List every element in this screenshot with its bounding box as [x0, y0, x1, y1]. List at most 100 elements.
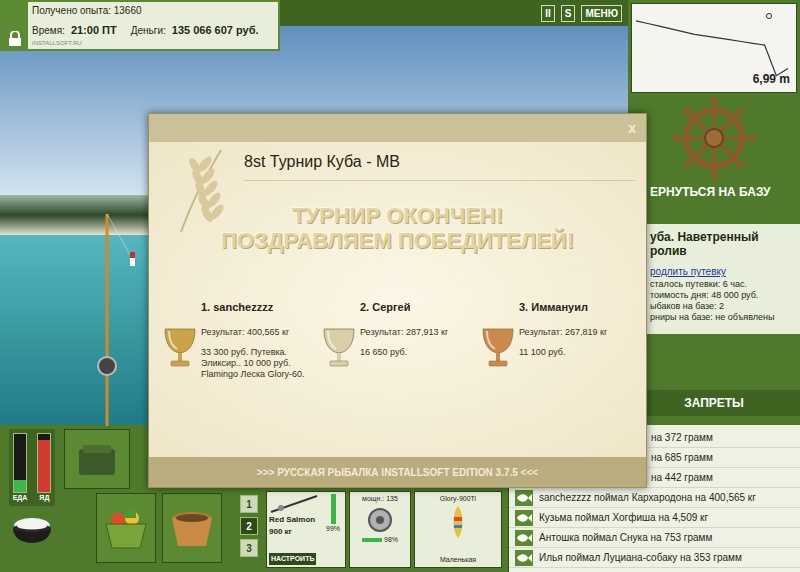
- meter-track: [37, 433, 51, 493]
- basket-icon: [102, 506, 150, 550]
- location-name: уба. Наветренный: [650, 230, 798, 244]
- meters: ЕДА ЯД: [9, 429, 56, 506]
- winner-prize: 33 300 руб. Путевка.: [201, 347, 305, 358]
- depth-chart: 6,99 m: [631, 3, 797, 93]
- winner-prize: Эликсир.. 10 000 руб.: [201, 358, 305, 369]
- right-panel: 6,99 mЕРНУТЬСЯ НА БАЗУуба. Наветренныйро…: [628, 0, 800, 425]
- time-value: 21:00 ПТ: [71, 22, 117, 39]
- winner-card: 2. Сергей Результат: 287,913 кг 16 650 руб…: [320, 299, 475, 380]
- catch-row: sanchezzzz поймал Кархародона на 400,565…: [509, 488, 800, 508]
- trophy-icon: [479, 326, 517, 370]
- ship-wheel-icon[interactable]: [672, 96, 756, 180]
- winner-result: Результат: 287,913 кг: [360, 326, 448, 340]
- meter-fill: [14, 480, 26, 492]
- basket-box[interactable]: [96, 493, 156, 563]
- base-info-line: сталось путевки: 6 час.: [650, 279, 798, 290]
- line-lure-slot[interactable]: Glory-900Ti Маленькая: [414, 491, 502, 568]
- watermark: INSTALLSOFT.RU: [32, 39, 274, 48]
- footer-text: >>> РУССКАЯ РЫБАЛКА INSTALLSOFT EDITION …: [257, 465, 538, 480]
- bucket-box[interactable]: [162, 493, 222, 563]
- top-button[interactable]: МЕНЮ: [581, 5, 622, 22]
- catch-row: Илья поймал Луциана-собаку на 353 грамм: [509, 548, 800, 568]
- dialog-title: 8st Турнир Куба - МВ: [244, 153, 400, 170]
- dialog-body: 8st Турнир Куба - МВ ТУРНИР ОКОНЧЕН!ПОЗДР…: [149, 142, 646, 457]
- slot-button[interactable]: 2: [240, 517, 258, 535]
- needs-column: ЕДА ЯД: [6, 429, 58, 568]
- hud-panel: Получено опыта: 13660 Время: 21:00 ПТ Деньг…: [0, 0, 280, 51]
- bans-header[interactable]: ЗАПРЕТЫ: [628, 390, 800, 416]
- headline-line: ПОЗДРАВЛЯЕМ ПОБЕДИТЕЛЕЙ!: [221, 228, 574, 253]
- base-info-line: ыбаков на базе: 2: [650, 301, 798, 312]
- wheat-icon: [161, 144, 241, 234]
- rod-slot[interactable]: Red Salmon900 кг НАСТРОИТЬ 99%: [266, 491, 346, 568]
- top-button[interactable]: S: [561, 5, 576, 22]
- rod-condition: 99%: [326, 524, 340, 535]
- lure-name: Маленькая: [440, 555, 476, 566]
- money-label: Деньги:: [131, 23, 166, 38]
- reel-condition-track: [362, 538, 382, 542]
- lock-icon: [8, 31, 22, 47]
- bucket-icon: [168, 506, 216, 550]
- base-info-line: тоимость дня: 48 000 руб.: [650, 290, 798, 301]
- catch-row: Антошка поймал Снука на 753 грамм: [509, 528, 800, 548]
- dialog-title-row: 8st Турнир Куба - МВ: [244, 150, 636, 181]
- return-base-button[interactable]: ЕРНУТЬСЯ НА БАЗУ: [628, 180, 800, 204]
- rod-condition-track: [331, 494, 336, 524]
- fish-icon: [516, 532, 532, 544]
- wheel-area: [628, 95, 800, 180]
- base-info: уба. Наветренныйролив родлить путевкустал…: [628, 224, 800, 334]
- dialog-top-band: x: [149, 114, 646, 142]
- reel-power: мощн.: 135: [362, 494, 398, 505]
- bag-box[interactable]: [64, 429, 130, 489]
- game-screen: II S МЕНЮ Получено опыта: 13660 Время: 21:00 …: [0, 0, 800, 572]
- reel-condition: 98%: [384, 535, 398, 546]
- location-name: ролив: [650, 244, 798, 258]
- rod-load: 900 кг: [269, 526, 323, 538]
- headline: ТУРНИР ОКОНЧЕН!ПОЗДРАВЛЯЕМ ПОБЕДИТЕЛЕЙ!: [149, 203, 646, 253]
- headline-line: ТУРНИР ОКОНЧЕН!: [292, 203, 503, 228]
- rod-condition-fill: [331, 494, 336, 524]
- trophy-icon: [320, 326, 358, 370]
- line-name: Glory-900Ti: [440, 494, 476, 505]
- close-button[interactable]: x: [628, 118, 636, 139]
- winner-prize: 11 100 руб.: [519, 347, 607, 358]
- slot-button[interactable]: 1: [240, 495, 258, 513]
- extend-link[interactable]: родлить путевку: [650, 264, 798, 279]
- depth-reading: 6,99 m: [753, 70, 790, 88]
- meter-track: [13, 433, 27, 493]
- winner-name: 2. Сергей: [320, 299, 475, 316]
- reel-icon: [365, 505, 395, 535]
- winner-result: Результат: 400,565 кг: [201, 326, 305, 340]
- reel-slot[interactable]: мощн.: 135 98%: [349, 491, 411, 568]
- reel-condition-fill: [362, 538, 382, 542]
- experience-text: Получено опыта: 13660: [32, 3, 274, 18]
- fish-icon: [516, 552, 532, 564]
- meter-fill: [38, 440, 50, 492]
- winner-name: 1. sanchezzzz: [161, 299, 316, 316]
- base-info-line: рниры на базе: не объявлены: [650, 312, 798, 323]
- lock-box[interactable]: [2, 2, 28, 49]
- winner-prize: 16 650 руб.: [360, 347, 448, 358]
- fish-icon: [516, 512, 532, 524]
- rod-icon: [269, 494, 319, 514]
- time-label: Время:: [32, 23, 65, 38]
- money-value: 135 066 607 руб.: [172, 22, 259, 39]
- winner-prize: Flamingo Леска Glory-60.: [201, 369, 305, 380]
- winner-card: 1. sanchezzzz Результат: 400,565 кг 33 300…: [161, 299, 316, 380]
- slot-button[interactable]: 3: [240, 539, 258, 557]
- winner-name: 3. Иммануил: [479, 299, 634, 316]
- winner-card: 3. ИммануилРезультат: 267,819 кг11 100 р…: [479, 299, 634, 380]
- lure-icon: [451, 505, 465, 539]
- top-button[interactable]: II: [541, 5, 555, 22]
- catch-row: Кузьма поймал Хогфиша на 4,509 кг: [509, 508, 800, 528]
- meter-label: ЕДА: [13, 493, 28, 504]
- fish-icon: [516, 492, 532, 504]
- kettle-icon[interactable]: [8, 514, 56, 558]
- rod-name: Red Salmon: [269, 514, 323, 526]
- tournament-dialog: x 8st Турнир Куба - МВ ТУРНИР ОКОНЧЕН!ПОЗД…: [148, 113, 647, 488]
- winners: 1. sanchezzzz Результат: 400,565 кг 33 300…: [149, 299, 646, 380]
- tune-button[interactable]: НАСТРОИТЬ: [269, 553, 316, 566]
- trophy-icon: [161, 326, 199, 370]
- meter-label: ЯД: [39, 493, 49, 504]
- dialog-footer: >>> РУССКАЯ РЫБАЛКА INSTALLSOFT EDITION …: [149, 457, 646, 487]
